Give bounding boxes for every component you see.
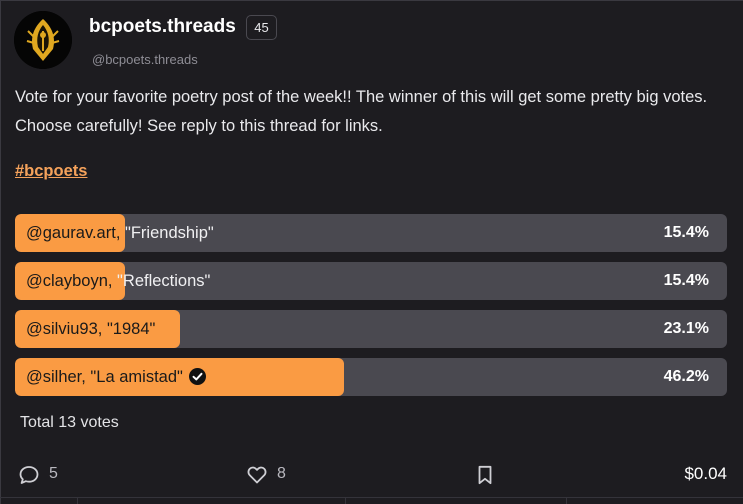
- poll-option-title: "Friendship": [120, 224, 214, 242]
- poll-option-percent: 46.2%: [663, 368, 709, 385]
- poll-option-percent: 15.4%: [663, 272, 709, 289]
- bookmark-icon[interactable]: [474, 464, 496, 486]
- poll-option-4[interactable]: @silher, "La amistad" 46.2%: [15, 358, 727, 396]
- poll-option-user: @silviu93, "1984": [26, 320, 156, 338]
- poll-option-user: @silher, "La amistad": [26, 368, 183, 386]
- poll-option-user: @clayboyn,: [26, 272, 113, 290]
- poll-option-label: @gaurav.art, "Friendship": [26, 214, 214, 252]
- reputation-badge: 45: [246, 15, 277, 40]
- poll-option-3[interactable]: @silviu93, "1984" 23.1%: [15, 310, 727, 348]
- avatar[interactable]: [14, 11, 72, 69]
- poll-option-2[interactable]: @clayboyn, "Reflections" 15.4%: [15, 262, 727, 300]
- post-body: Vote for your favorite poetry post of th…: [15, 88, 708, 135]
- comment-icon[interactable]: [18, 464, 40, 486]
- divider: [0, 497, 743, 498]
- payout-value[interactable]: $0.04: [684, 464, 727, 484]
- heart-icon[interactable]: [246, 464, 268, 486]
- post-header: bcpoets.threads 45 @bcpoets.threads: [14, 11, 714, 71]
- poll-option-label: @clayboyn, "Reflections": [26, 262, 210, 300]
- divider: [345, 497, 346, 504]
- poll-option-title: "Reflections": [112, 272, 211, 290]
- poll-option-label: @silher, "La amistad": [26, 358, 206, 396]
- fountain-pen-logo-icon: [14, 11, 72, 69]
- author-name[interactable]: bcpoets.threads: [89, 16, 236, 38]
- poll-total-votes: Total 13 votes: [20, 414, 119, 431]
- hashtag-link[interactable]: #bcpoets: [15, 162, 87, 181]
- check-circle-icon: [188, 368, 206, 385]
- post-footer: 5 8 $0.04: [0, 455, 743, 495]
- like-count: 8: [277, 465, 286, 482]
- poll: @gaurav.art, "Friendship" 15.4% @clayboy…: [15, 214, 727, 406]
- comment-count: 5: [49, 465, 58, 482]
- poll-option-user: @gaurav.art,: [26, 224, 121, 242]
- poll-option-label: @silviu93, "1984": [26, 310, 155, 348]
- divider: [566, 497, 567, 504]
- author-handle[interactable]: @bcpoets.threads: [92, 52, 198, 67]
- poll-option-percent: 23.1%: [663, 320, 709, 337]
- poll-option-1[interactable]: @gaurav.art, "Friendship" 15.4%: [15, 214, 727, 252]
- divider: [77, 497, 78, 504]
- poll-option-percent: 15.4%: [663, 224, 709, 241]
